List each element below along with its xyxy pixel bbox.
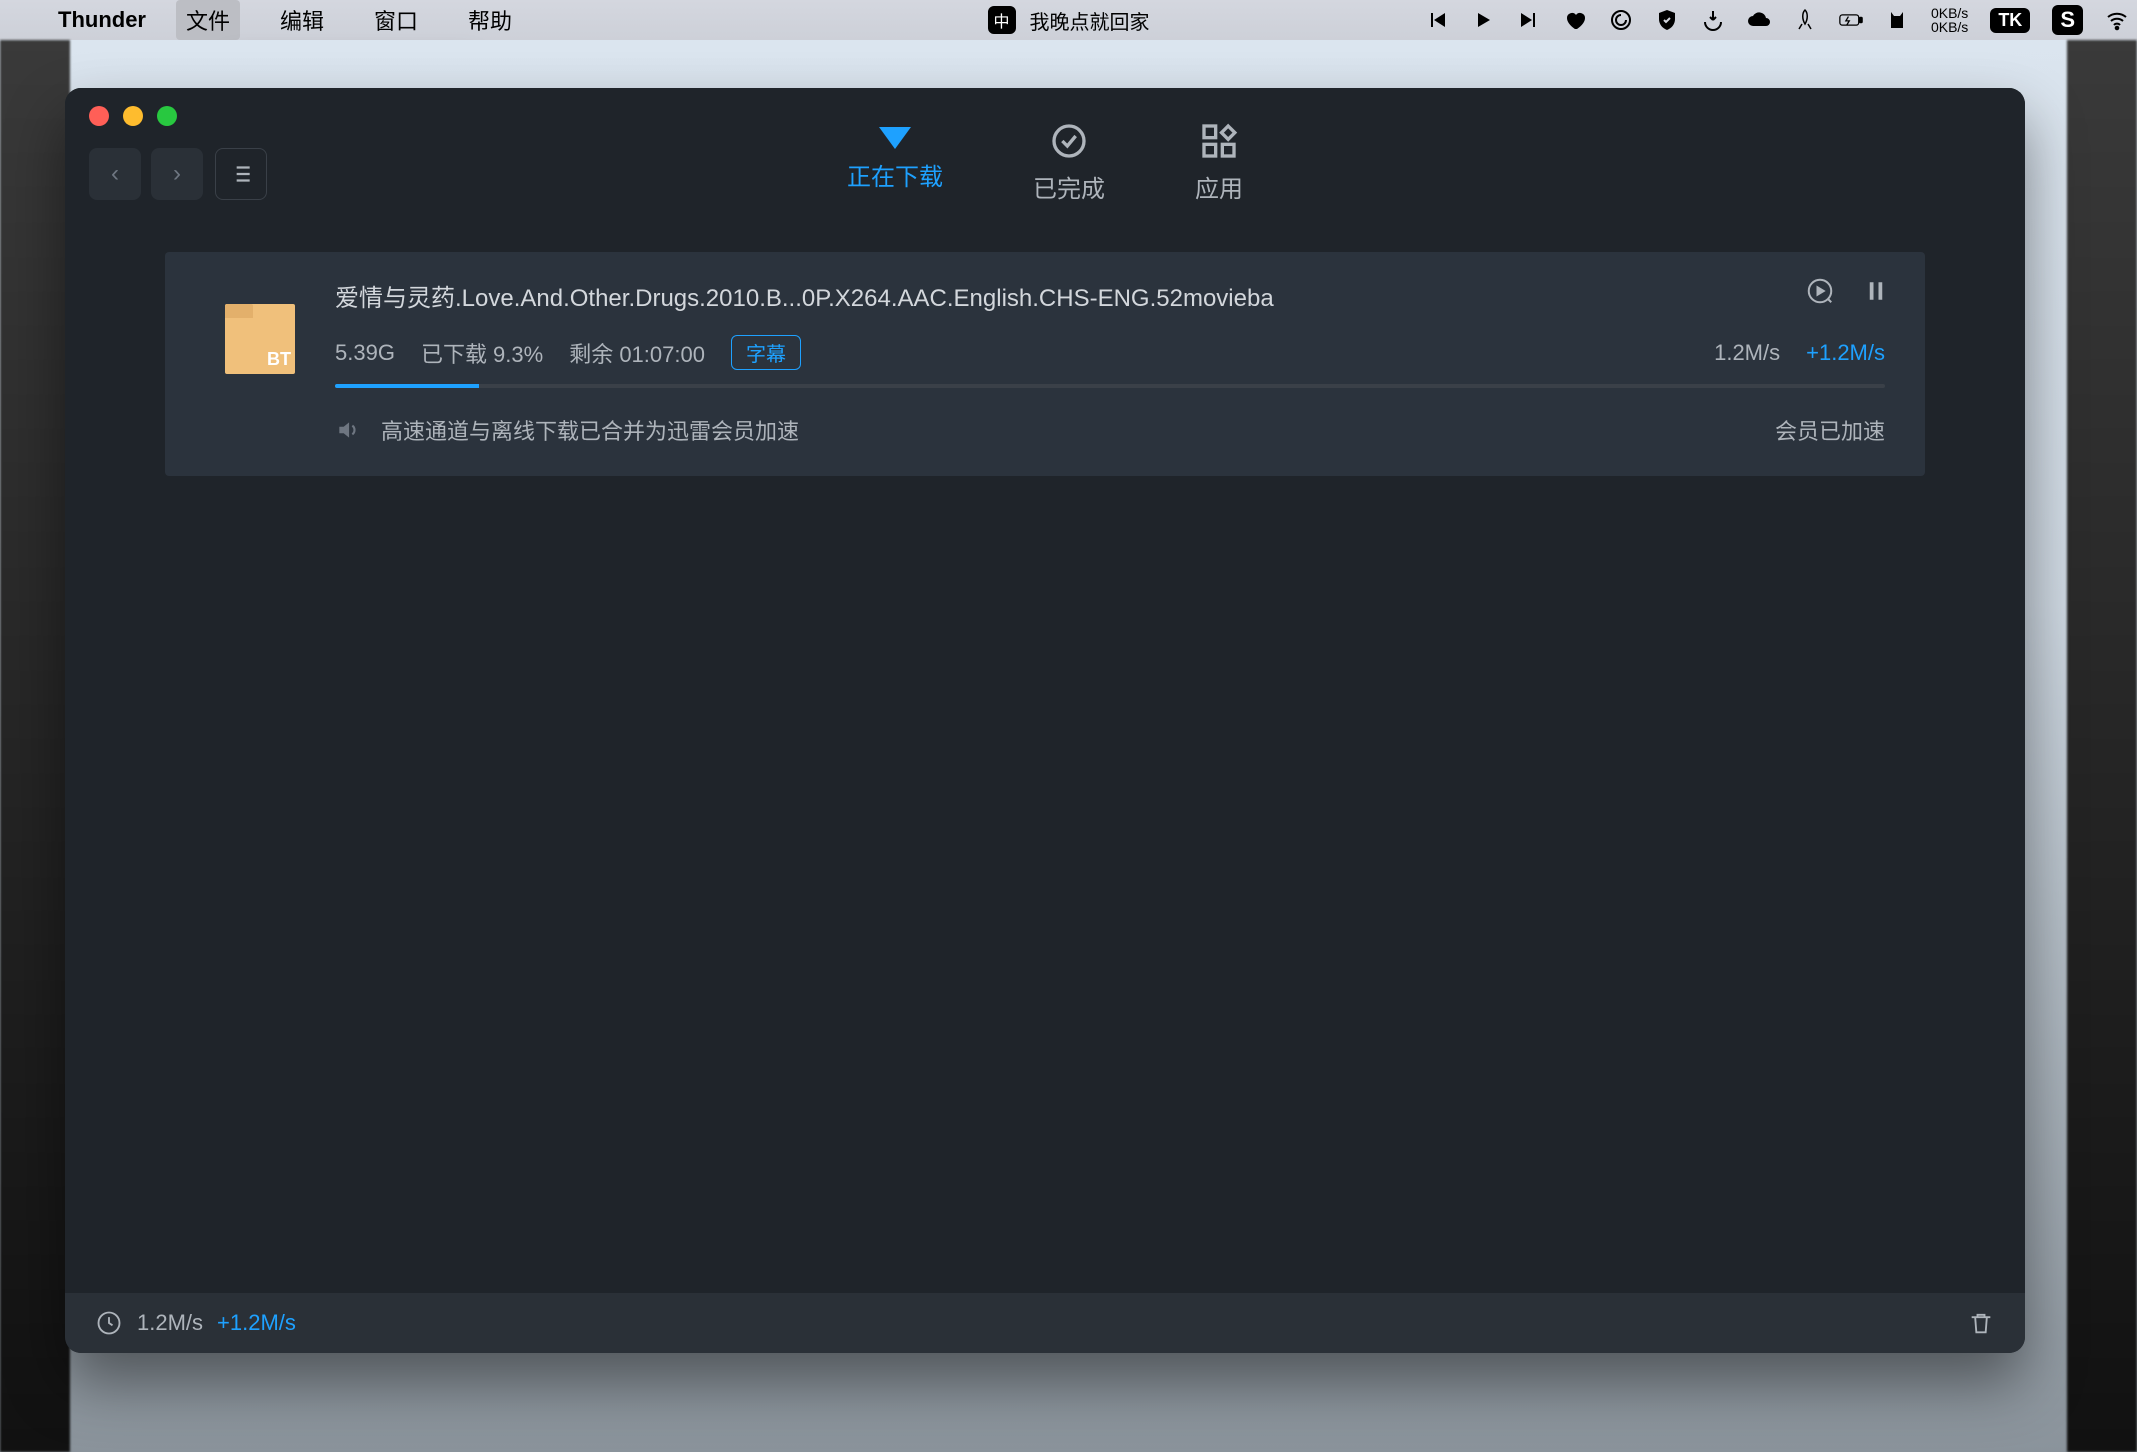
sogou-icon[interactable]: S	[2052, 5, 2083, 35]
back-button[interactable]: ‹	[89, 148, 141, 200]
downloading-arrow-icon	[879, 127, 911, 149]
net-down: 0KB/s	[1931, 20, 1968, 34]
cloud-icon[interactable]	[1747, 8, 1771, 32]
close-window-icon[interactable]	[89, 106, 109, 126]
task-size: 5.39G	[335, 340, 395, 366]
play-icon[interactable]	[1471, 8, 1495, 32]
menu-help[interactable]: 帮助	[458, 0, 522, 40]
task-list: BT 爱情与灵药.Love.And.Other.Drugs.2010.B...0…	[65, 218, 2025, 1293]
task-progress-bar	[335, 384, 1885, 388]
task-speed: 1.2M/s	[1714, 340, 1780, 366]
bt-folder-icon: BT	[225, 304, 295, 374]
task-downloaded: 已下载 9.3%	[421, 337, 543, 369]
now-playing[interactable]: 我晚点就回家	[1030, 6, 1150, 35]
trash-icon[interactable]	[1967, 1309, 1995, 1337]
task-status-line: 5.39G 已下载 9.3% 剩余 01:07:00 字幕 1.2M/s +1.…	[335, 335, 1885, 370]
task-boost: +1.2M/s	[1806, 340, 1885, 366]
tab-apps[interactable]: 应用	[1195, 121, 1243, 218]
menubar-right: 0KB/s 0KB/s TK S	[1425, 0, 2129, 40]
menubar-center: 中 我晚点就回家	[987, 6, 1149, 35]
speaker-icon	[335, 417, 361, 443]
prev-track-icon[interactable]	[1425, 8, 1449, 32]
menubar: Thunder 文件 编辑 窗口 帮助 中 我晚点就回家 0KB/s 0KB/s…	[0, 0, 2137, 40]
task-name: 爱情与灵药.Love.And.Other.Drugs.2010.B...0P.X…	[335, 278, 1885, 313]
shield-icon[interactable]	[1655, 8, 1679, 32]
next-track-icon[interactable]	[1517, 8, 1541, 32]
net-speed-indicator[interactable]: 0KB/s 0KB/s	[1931, 6, 1968, 34]
download-tray-icon[interactable]	[1701, 8, 1725, 32]
heart-icon[interactable]	[1563, 8, 1587, 32]
wifi-icon[interactable]	[2105, 8, 2129, 32]
tab-downloading[interactable]: 正在下载	[847, 121, 943, 218]
play-offline-icon[interactable]	[1805, 276, 1835, 306]
tab-downloading-label: 正在下载	[847, 157, 943, 192]
app-menu[interactable]: Thunder	[58, 7, 146, 33]
window-titlebar: ‹ › 正在下载 已完成 应用	[65, 88, 2025, 218]
menu-window[interactable]: 窗口	[364, 0, 428, 40]
menu-edit[interactable]: 编辑	[270, 0, 334, 40]
clock-icon[interactable]	[95, 1309, 123, 1337]
task-list-toggle[interactable]	[215, 148, 267, 200]
vip-boost-status[interactable]: 会员已加速	[1775, 414, 1885, 446]
traffic-lights	[89, 106, 177, 126]
cat-icon[interactable]	[1885, 8, 1909, 32]
battery-icon[interactable]	[1839, 8, 1863, 32]
menu-file[interactable]: 文件	[176, 0, 240, 40]
task-progress-fill	[335, 384, 479, 388]
bt-badge: BT	[267, 349, 291, 370]
tab-completed-label: 已完成	[1033, 169, 1105, 204]
net-up: 0KB/s	[1931, 6, 1968, 20]
thunder-window: ‹ › 正在下载 已完成 应用 BT	[65, 88, 2025, 1353]
pause-icon[interactable]	[1861, 276, 1891, 306]
global-boost: +1.2M/s	[217, 1310, 296, 1336]
task-row[interactable]: BT 爱情与灵药.Love.And.Other.Drugs.2010.B...0…	[165, 252, 1925, 476]
checkmark-circle-icon	[1049, 121, 1089, 161]
rocket-icon[interactable]	[1793, 8, 1817, 32]
task-remain: 剩余 01:07:00	[569, 337, 705, 369]
subtitle-button[interactable]: 字幕	[731, 335, 801, 370]
global-speed: 1.2M/s	[137, 1310, 203, 1336]
tk-badge-icon[interactable]: TK	[1990, 8, 2030, 33]
task-controls	[1805, 276, 1891, 306]
apps-grid-icon	[1199, 121, 1239, 161]
zoom-window-icon[interactable]	[157, 106, 177, 126]
main-tabs: 正在下载 已完成 应用	[847, 121, 1243, 218]
tab-completed[interactable]: 已完成	[1033, 121, 1105, 218]
forward-button[interactable]: ›	[151, 148, 203, 200]
tab-apps-label: 应用	[1195, 169, 1243, 204]
task-footer: 高速通道与离线下载已合并为迅雷会员加速 会员已加速	[335, 414, 1885, 446]
minimize-window-icon[interactable]	[123, 106, 143, 126]
status-bar: 1.2M/s +1.2M/s	[65, 1293, 2025, 1353]
netease-icon[interactable]	[1609, 8, 1633, 32]
ime-badge-icon[interactable]: 中	[987, 6, 1015, 34]
task-note: 高速通道与离线下载已合并为迅雷会员加速	[381, 414, 799, 446]
